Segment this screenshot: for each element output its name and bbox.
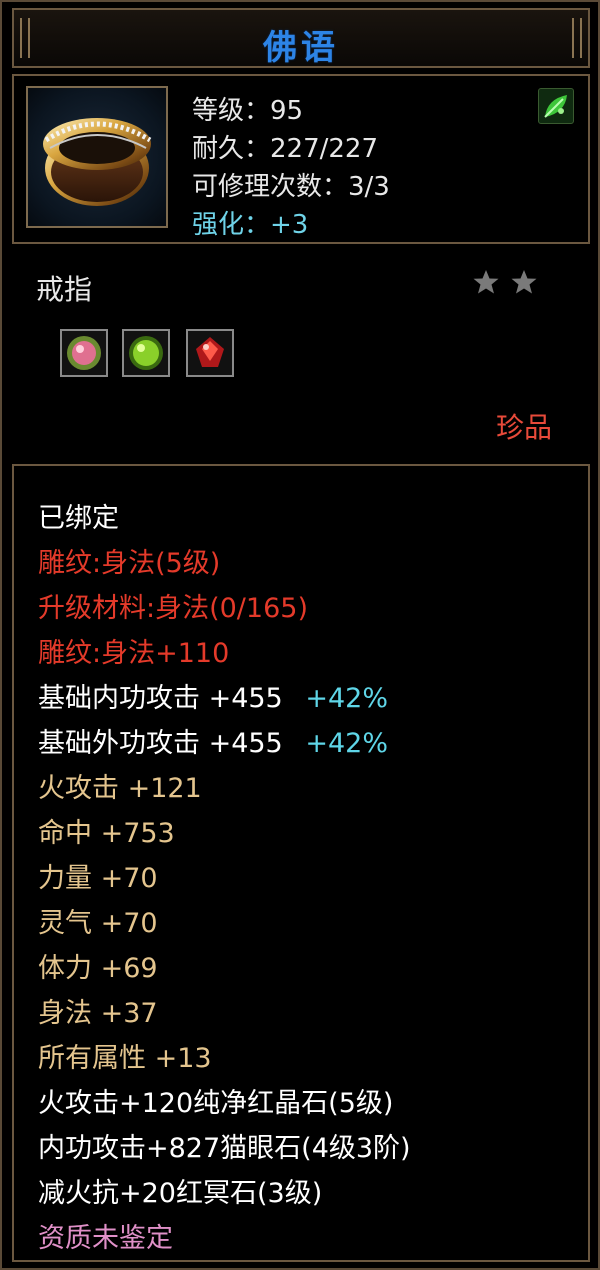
star-icon xyxy=(473,270,499,294)
aptitude-line: 资质未鉴定 xyxy=(38,1223,173,1254)
base-outer-attack-percent: +42% xyxy=(305,728,388,759)
stamina-line: 体力 +69 xyxy=(38,953,158,984)
item-title: 佛语 xyxy=(263,28,339,68)
engrave-bonus-line: 雕纹:身法+110 xyxy=(38,638,230,669)
gem-fire-line: 火攻击+120纯净红晶石(5级) xyxy=(38,1088,394,1119)
red-gem-icon[interactable] xyxy=(186,329,234,377)
item-durability: 耐久：227/227 xyxy=(192,134,379,164)
item-repair-count: 可修理次数：3/3 xyxy=(192,172,390,202)
base-outer-attack-line: 基础外功攻击 +455 +42% xyxy=(38,721,388,760)
gem-fire-resist-line: 减火抗+20红冥石(3级) xyxy=(38,1178,323,1209)
agility-line: 身法 +37 xyxy=(38,998,158,1029)
leaf-icon xyxy=(538,88,574,124)
bound-status: 已绑定 xyxy=(38,503,119,534)
spirit-line: 灵气 +70 xyxy=(38,908,158,939)
gem-inner-line: 内功攻击+827猫眼石(4级3阶) xyxy=(38,1133,411,1164)
strength-line: 力量 +70 xyxy=(38,863,158,894)
base-inner-attack-percent: +42% xyxy=(305,683,388,714)
all-attributes-line: 所有属性 +13 xyxy=(38,1043,212,1074)
base-inner-attack-line: 基础内功攻击 +455 +42% xyxy=(38,676,388,715)
item-level: 等级：95 xyxy=(192,96,304,126)
base-outer-attack-value: 基础外功攻击 +455 xyxy=(38,728,283,759)
green-gem-icon[interactable] xyxy=(122,329,170,377)
item-header-panel: 等级：95 耐久：227/227 可修理次数：3/3 强化：+3 xyxy=(12,74,590,244)
fire-attack-line: 火攻击 +121 xyxy=(38,773,202,804)
star-icon xyxy=(511,270,537,294)
item-rarity: 珍品 xyxy=(495,411,552,444)
ring-icon xyxy=(26,86,168,228)
base-inner-attack-value: 基础内功攻击 +455 xyxy=(38,683,283,714)
pink-gem-icon[interactable] xyxy=(60,329,108,377)
item-type: 戒指 xyxy=(36,273,93,306)
engrave-line: 雕纹:身法(5级) xyxy=(38,548,221,579)
item-enhance: 强化：+3 xyxy=(192,210,309,240)
hit-line: 命中 +753 xyxy=(38,818,175,849)
upgrade-material-line: 升级材料:身法(0/165) xyxy=(38,593,308,624)
item-tooltip: 佛语 等级：95 耐久：227/227 可修理次数：3/3 强化：+3 戒指 珍… xyxy=(0,0,600,1270)
title-bar: 佛语 xyxy=(12,8,590,68)
attributes-panel: 已绑定 雕纹:身法(5级) 升级材料:身法(0/165) 雕纹:身法+110 基… xyxy=(12,464,590,1262)
